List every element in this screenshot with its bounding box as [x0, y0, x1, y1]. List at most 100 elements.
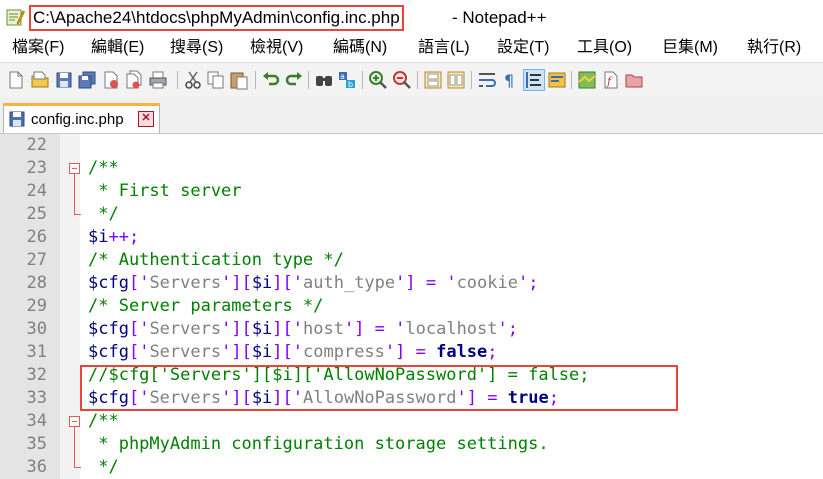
code-token: '] = ' — [343, 319, 406, 339]
toolbar-separator — [362, 71, 363, 89]
code-line[interactable]: 27 /* Authentication type */ — [0, 249, 823, 272]
line-number: 23 — [26, 158, 47, 178]
code-line[interactable]: 31 $cfg['Servers'][$i]['compress'] = fals… — [0, 341, 823, 364]
notepadpp-icon[interactable] — [5, 7, 25, 27]
menu-search[interactable]: 搜尋(S) — [170, 38, 223, 58]
svg-text:a: a — [340, 72, 345, 81]
code-line[interactable]: 26 $i++; — [0, 226, 823, 249]
tab-label: config.inc.php — [31, 111, 124, 128]
line-number: 27 — [26, 250, 47, 270]
menu-view[interactable]: 檢視(V) — [250, 38, 303, 58]
code-line[interactable]: 29 /* Server parameters */ — [0, 295, 823, 318]
folder-workspace-icon[interactable] — [624, 70, 644, 90]
new-file-icon[interactable] — [6, 70, 26, 90]
line-number: 33 — [26, 388, 47, 408]
zoom-out-icon[interactable] — [392, 70, 412, 90]
close-all-icon[interactable] — [124, 70, 144, 90]
toolbar-separator — [571, 71, 572, 89]
code-text: * First server — [88, 180, 242, 203]
code-token: localhost — [405, 319, 498, 339]
close-icon[interactable] — [101, 70, 121, 90]
tab-close-icon[interactable]: ✕ — [138, 111, 154, 127]
code-token: '; — [517, 273, 539, 293]
cut-icon[interactable] — [183, 70, 203, 90]
code-token: /* Server parameters */ — [88, 296, 324, 316]
menu-edit[interactable]: 編輯(E) — [91, 38, 144, 58]
code-text: /** — [88, 157, 119, 180]
sync-vertical-icon[interactable] — [423, 70, 443, 90]
code-line[interactable]: 30 $cfg['Servers'][$i]['host'] = 'localho… — [0, 318, 823, 341]
line-number: 35 — [26, 434, 47, 454]
code-text: $cfg['Servers'][$i]['host'] = 'localhost… — [88, 318, 518, 341]
redo-icon[interactable] — [284, 70, 304, 90]
code-line[interactable]: 24 * First server — [0, 180, 823, 203]
undo-icon[interactable] — [261, 70, 281, 90]
word-wrap-icon[interactable] — [477, 70, 497, 90]
saved-file-icon — [8, 110, 26, 128]
line-number: 30 — [26, 319, 47, 339]
code-token: cookie — [456, 273, 518, 293]
udl-icon[interactable] — [547, 70, 567, 90]
save-icon[interactable] — [54, 70, 74, 90]
svg-text:¶: ¶ — [504, 71, 514, 90]
menu-file[interactable]: 檔案(F) — [12, 38, 64, 58]
fold-toggle-icon[interactable] — [69, 416, 80, 427]
code-token: /** — [88, 158, 119, 178]
open-file-icon[interactable] — [30, 70, 50, 90]
code-token: compress — [303, 342, 385, 362]
code-line[interactable]: 23 /** — [0, 157, 823, 180]
code-line[interactable]: 25 */ — [0, 203, 823, 226]
line-number: 36 — [26, 457, 47, 477]
code-token: ; — [487, 342, 498, 362]
indent-guide-icon[interactable] — [523, 69, 545, 91]
code-editor[interactable]: 22 23/** 24 * First server 25 */26 $i++; 27/*… — [0, 134, 823, 479]
code-line[interactable]: 28 $cfg['Servers'][$i]['auth_type'] = 'co… — [0, 272, 823, 295]
menu-settings[interactable]: 設定(T) — [497, 38, 549, 58]
code-token: ][' — [272, 273, 304, 293]
function-list-icon[interactable]: f — [601, 70, 621, 90]
menu-run[interactable]: 執行(R) — [747, 38, 801, 58]
menu-language[interactable]: 語言(L) — [418, 38, 470, 58]
code-token: ][' — [272, 342, 304, 362]
code-token: Servers — [149, 342, 222, 362]
line-number: 34 — [26, 411, 47, 431]
code-line[interactable]: 35 * phpMyAdmin configuration storage se… — [0, 433, 823, 456]
sync-horizontal-icon[interactable] — [446, 70, 466, 90]
code-text: */ — [88, 203, 118, 226]
tab-config-inc-php[interactable]: config.inc.php ✕ — [3, 103, 160, 133]
code-token: false — [436, 342, 488, 362]
menu-tools[interactable]: 工具(O) — [577, 38, 632, 58]
code-token: * First server — [88, 181, 242, 201]
highlight-annotation — [80, 365, 678, 411]
tab-bar: config.inc.php ✕ — [0, 97, 823, 134]
code-line[interactable]: 22 — [0, 134, 823, 157]
print-icon[interactable] — [148, 70, 168, 90]
show-all-chars-icon[interactable]: ¶ — [500, 70, 520, 90]
doc-map-icon[interactable] — [577, 70, 597, 90]
svg-text:b: b — [348, 80, 353, 89]
code-token: auth_type — [303, 273, 396, 293]
toolbar-separator — [417, 71, 418, 89]
find-icon[interactable] — [314, 70, 334, 90]
code-token: Servers — [149, 319, 222, 339]
menu-macro[interactable]: 巨集(M) — [662, 38, 718, 58]
save-all-icon[interactable] — [77, 70, 97, 90]
code-token: $cfg — [88, 342, 129, 362]
code-token: Servers — [149, 273, 222, 293]
copy-icon[interactable] — [206, 70, 226, 90]
code-token: $i — [251, 319, 273, 339]
line-number: 31 — [26, 342, 47, 362]
code-line[interactable]: 34 /** — [0, 410, 823, 433]
code-token: $i — [88, 227, 109, 247]
menu-encoding[interactable]: 編碼(N) — [333, 38, 387, 58]
fold-toggle-icon[interactable] — [69, 163, 80, 174]
replace-icon[interactable]: ab — [337, 70, 357, 90]
line-number: 22 — [26, 135, 47, 155]
code-line[interactable]: 36 */ — [0, 456, 823, 479]
zoom-in-icon[interactable] — [368, 70, 388, 90]
line-number: 29 — [26, 296, 47, 316]
code-token: '][ — [221, 342, 252, 362]
code-text: $cfg['Servers'][$i]['compress'] = false; — [88, 341, 498, 364]
paste-icon[interactable] — [229, 70, 249, 90]
code-token: '][ — [221, 273, 252, 293]
